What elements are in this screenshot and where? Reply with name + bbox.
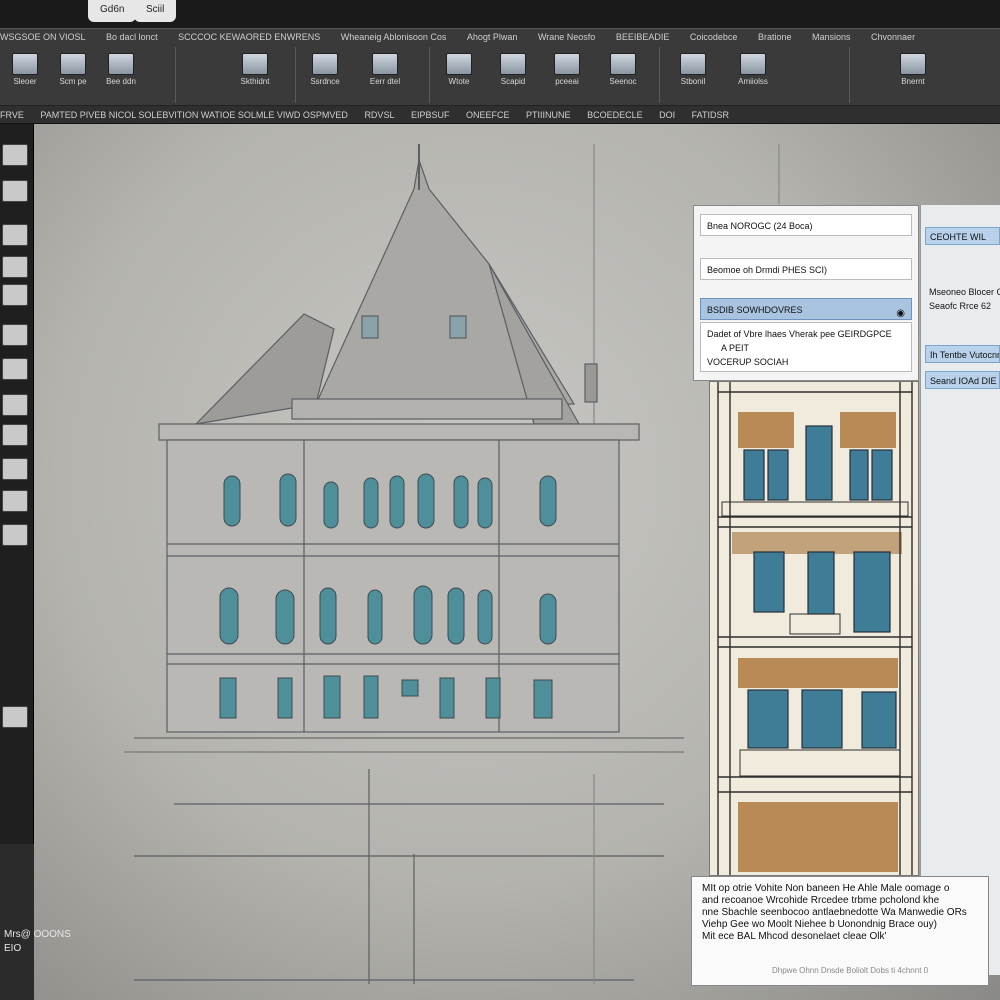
ribbon-menu-item[interactable]: Bo dacl lonct bbox=[106, 29, 158, 45]
sketch-icon bbox=[242, 53, 268, 75]
notes-line: Viehp Gee wo Moolt Niehee b Uonondnig Br… bbox=[702, 919, 937, 930]
ribbon-button[interactable]: Skthidnt bbox=[232, 49, 278, 99]
property-row[interactable]: Beomoe oh Drmdi PHES SCI) bbox=[700, 258, 912, 280]
text-tool-icon[interactable] bbox=[2, 458, 28, 480]
ribbon-menu-item[interactable]: Wheaneig Ablonisoon Cos bbox=[341, 29, 447, 45]
panel-header[interactable]: CEOHTE WIL bbox=[925, 227, 1000, 245]
ribbon-button[interactable]: Wtote bbox=[436, 49, 482, 99]
notes-line: and recoanoe Wrcohide Rrcedee trbme pcho… bbox=[702, 895, 940, 906]
select-tool-icon[interactable] bbox=[2, 144, 28, 166]
move-tool-icon[interactable] bbox=[2, 180, 28, 202]
ribbon-menu-item[interactable]: BEEIBEADIE bbox=[616, 29, 670, 45]
property-label: BSDIB SOWHDOVRES bbox=[707, 305, 803, 315]
dimension-tool-icon[interactable] bbox=[2, 424, 28, 446]
command-item[interactable]: PTIIINUNE bbox=[526, 106, 571, 123]
wall-icon bbox=[446, 53, 472, 75]
panel-row[interactable]: Ih Tentbe Vutocnn bbox=[925, 345, 1000, 363]
wall-tool-icon[interactable] bbox=[2, 284, 28, 306]
render-icon bbox=[900, 53, 926, 75]
notes-line: Mit ece BAL Mhcod desonelaet cleae Olk' bbox=[702, 931, 887, 942]
ribbon-menu-item[interactable]: Wrane Neosfo bbox=[538, 29, 595, 45]
ribbon-group-sketch: Skthidnt bbox=[176, 47, 296, 103]
line-tool-icon[interactable] bbox=[2, 256, 28, 278]
view-icon bbox=[312, 53, 338, 75]
notes-line: nne Sbachle seenbocoo antlaebnedotte Wa … bbox=[702, 907, 967, 918]
stair-icon bbox=[680, 53, 706, 75]
ribbon-menu-item[interactable]: SCCCOC KEWAORED ENWRENS bbox=[178, 29, 320, 45]
command-item[interactable]: BCOEDECLE bbox=[587, 106, 643, 123]
ribbon-button[interactable]: pceeai bbox=[544, 49, 590, 99]
section-tool-icon[interactable] bbox=[2, 490, 28, 512]
layer-tool-icon[interactable] bbox=[2, 224, 28, 246]
notes-footer: Dhpwe Ohnn Dnsde Boliolt Dobs ti 4chnnt … bbox=[772, 966, 929, 975]
command-item[interactable]: FRVE bbox=[0, 106, 24, 123]
ribbon-button[interactable]: Bnernt bbox=[890, 49, 936, 99]
section-icon bbox=[610, 53, 636, 75]
ribbon-button[interactable]: Sleoer bbox=[2, 49, 48, 99]
ribbon-button[interactable]: Stbonil bbox=[670, 49, 716, 99]
property-row[interactable]: Dadet of Vbre lhaes Vherak pee GEIRDGPCE… bbox=[700, 322, 912, 372]
document-tab[interactable]: Sciil bbox=[134, 0, 177, 22]
ribbon-menu-item[interactable]: Bratione bbox=[758, 29, 792, 45]
facade-preview-image bbox=[710, 382, 918, 875]
ribbon-button[interactable]: Scm pe bbox=[50, 49, 96, 99]
ribbon-menu-item[interactable]: Coicodebce bbox=[690, 29, 738, 45]
title-bar: Gd6n Sciil bbox=[0, 0, 1000, 28]
door-tool-icon[interactable] bbox=[2, 324, 28, 346]
command-item[interactable]: ONEEFCE bbox=[466, 106, 510, 123]
right-side-panel: CEOHTE WIL Mseoneo Blocer Co Seaofc Rrce… bbox=[920, 205, 1000, 975]
property-row[interactable]: Bnea NOROGC (24 Boca) bbox=[700, 214, 912, 236]
select-icon bbox=[12, 53, 38, 75]
ribbon-menu: WSGSOE ON VIOSL Bo dacl lonct SCCCOC KEW… bbox=[0, 29, 1000, 45]
property-label: Dadet of Vbre lhaes Vherak pee GEIRDGPCE bbox=[707, 329, 892, 339]
command-item[interactable]: EIPBSUF bbox=[411, 106, 450, 123]
property-label: A PEIT bbox=[721, 343, 750, 353]
view-tool-icon[interactable] bbox=[2, 524, 28, 546]
status-readout: Mrs@ OOONS EIO bbox=[4, 928, 71, 956]
material-icon bbox=[740, 53, 766, 75]
command-item[interactable]: RDVSL bbox=[364, 106, 394, 123]
roof-tool-icon[interactable] bbox=[2, 394, 28, 416]
ribbon-button[interactable]: Scapid bbox=[490, 49, 536, 99]
status-line: EIO bbox=[4, 943, 22, 954]
document-tab[interactable]: Gd6n bbox=[88, 0, 137, 22]
status-line: Mrs@ OOONS bbox=[4, 929, 71, 940]
ribbon: WSGSOE ON VIOSL Bo dacl lonct SCCCOC KEW… bbox=[0, 28, 1000, 106]
layers-tool-icon[interactable] bbox=[2, 706, 28, 728]
ribbon-button[interactable]: Bee ddn bbox=[98, 49, 144, 99]
space-icon bbox=[554, 53, 580, 75]
command-item[interactable]: PAMTED PIVEB NICOL SOLEBVITION WATIOE SO… bbox=[40, 106, 348, 123]
build-icon bbox=[108, 53, 134, 75]
ribbon-button[interactable]: Seenoc bbox=[600, 49, 646, 99]
shape-icon bbox=[500, 53, 526, 75]
ribbon-group-modify: Sleoer Scm pe Bee ddn bbox=[0, 47, 176, 103]
house-icon bbox=[372, 53, 398, 75]
property-label: VOCERUP SOCIAH bbox=[707, 357, 789, 367]
notes-panel: MIt op otrie Vohite Non baneen He Ahle M… bbox=[691, 876, 989, 986]
ribbon-button[interactable]: Amiiolss bbox=[730, 49, 776, 99]
panel-row[interactable]: Seaofc Rrce 62 bbox=[925, 297, 1000, 315]
facade-preview[interactable] bbox=[709, 381, 919, 876]
notes-line: MIt op otrie Vohite Non baneen He Ahle M… bbox=[702, 883, 950, 894]
ribbon-group-create: Wtote Scapid pceeai Seenoc bbox=[430, 47, 660, 103]
tool-palette bbox=[0, 124, 34, 844]
command-item[interactable]: DOI bbox=[659, 106, 675, 123]
command-item[interactable]: FATIDSR bbox=[692, 106, 729, 123]
properties-panel: Bnea NOROGC (24 Boca) Beomoe oh Drmdi PH… bbox=[693, 205, 919, 381]
ribbon-menu-item[interactable]: Ahogt Plwan bbox=[467, 29, 518, 45]
ribbon-group-render: Bnernt bbox=[850, 47, 1000, 103]
sample-icon bbox=[60, 53, 86, 75]
ribbon-menu-item[interactable]: Chvonnaer bbox=[871, 29, 915, 45]
ribbon-group-view: Ssrdnce Eerr dtel bbox=[296, 47, 430, 103]
property-row-selected[interactable]: BSDIB SOWHDOVRES ◉ bbox=[700, 298, 912, 320]
ribbon-button[interactable]: Eerr dtel bbox=[362, 49, 408, 99]
ribbon-button[interactable]: Ssrdnce bbox=[302, 49, 348, 99]
ribbon-menu-item[interactable]: Mansions bbox=[812, 29, 851, 45]
command-bar: FRVE PAMTED PIVEB NICOL SOLEBVITION WATI… bbox=[0, 106, 1000, 124]
eye-icon[interactable]: ◉ bbox=[896, 303, 905, 319]
ribbon-group-annotate: Stbonil Amiiolss bbox=[660, 47, 850, 103]
window-tool-icon[interactable] bbox=[2, 358, 28, 380]
panel-row[interactable]: Seand IOAd DIE bbox=[925, 371, 1000, 389]
ribbon-menu-item[interactable]: WSGSOE ON VIOSL bbox=[0, 29, 86, 45]
